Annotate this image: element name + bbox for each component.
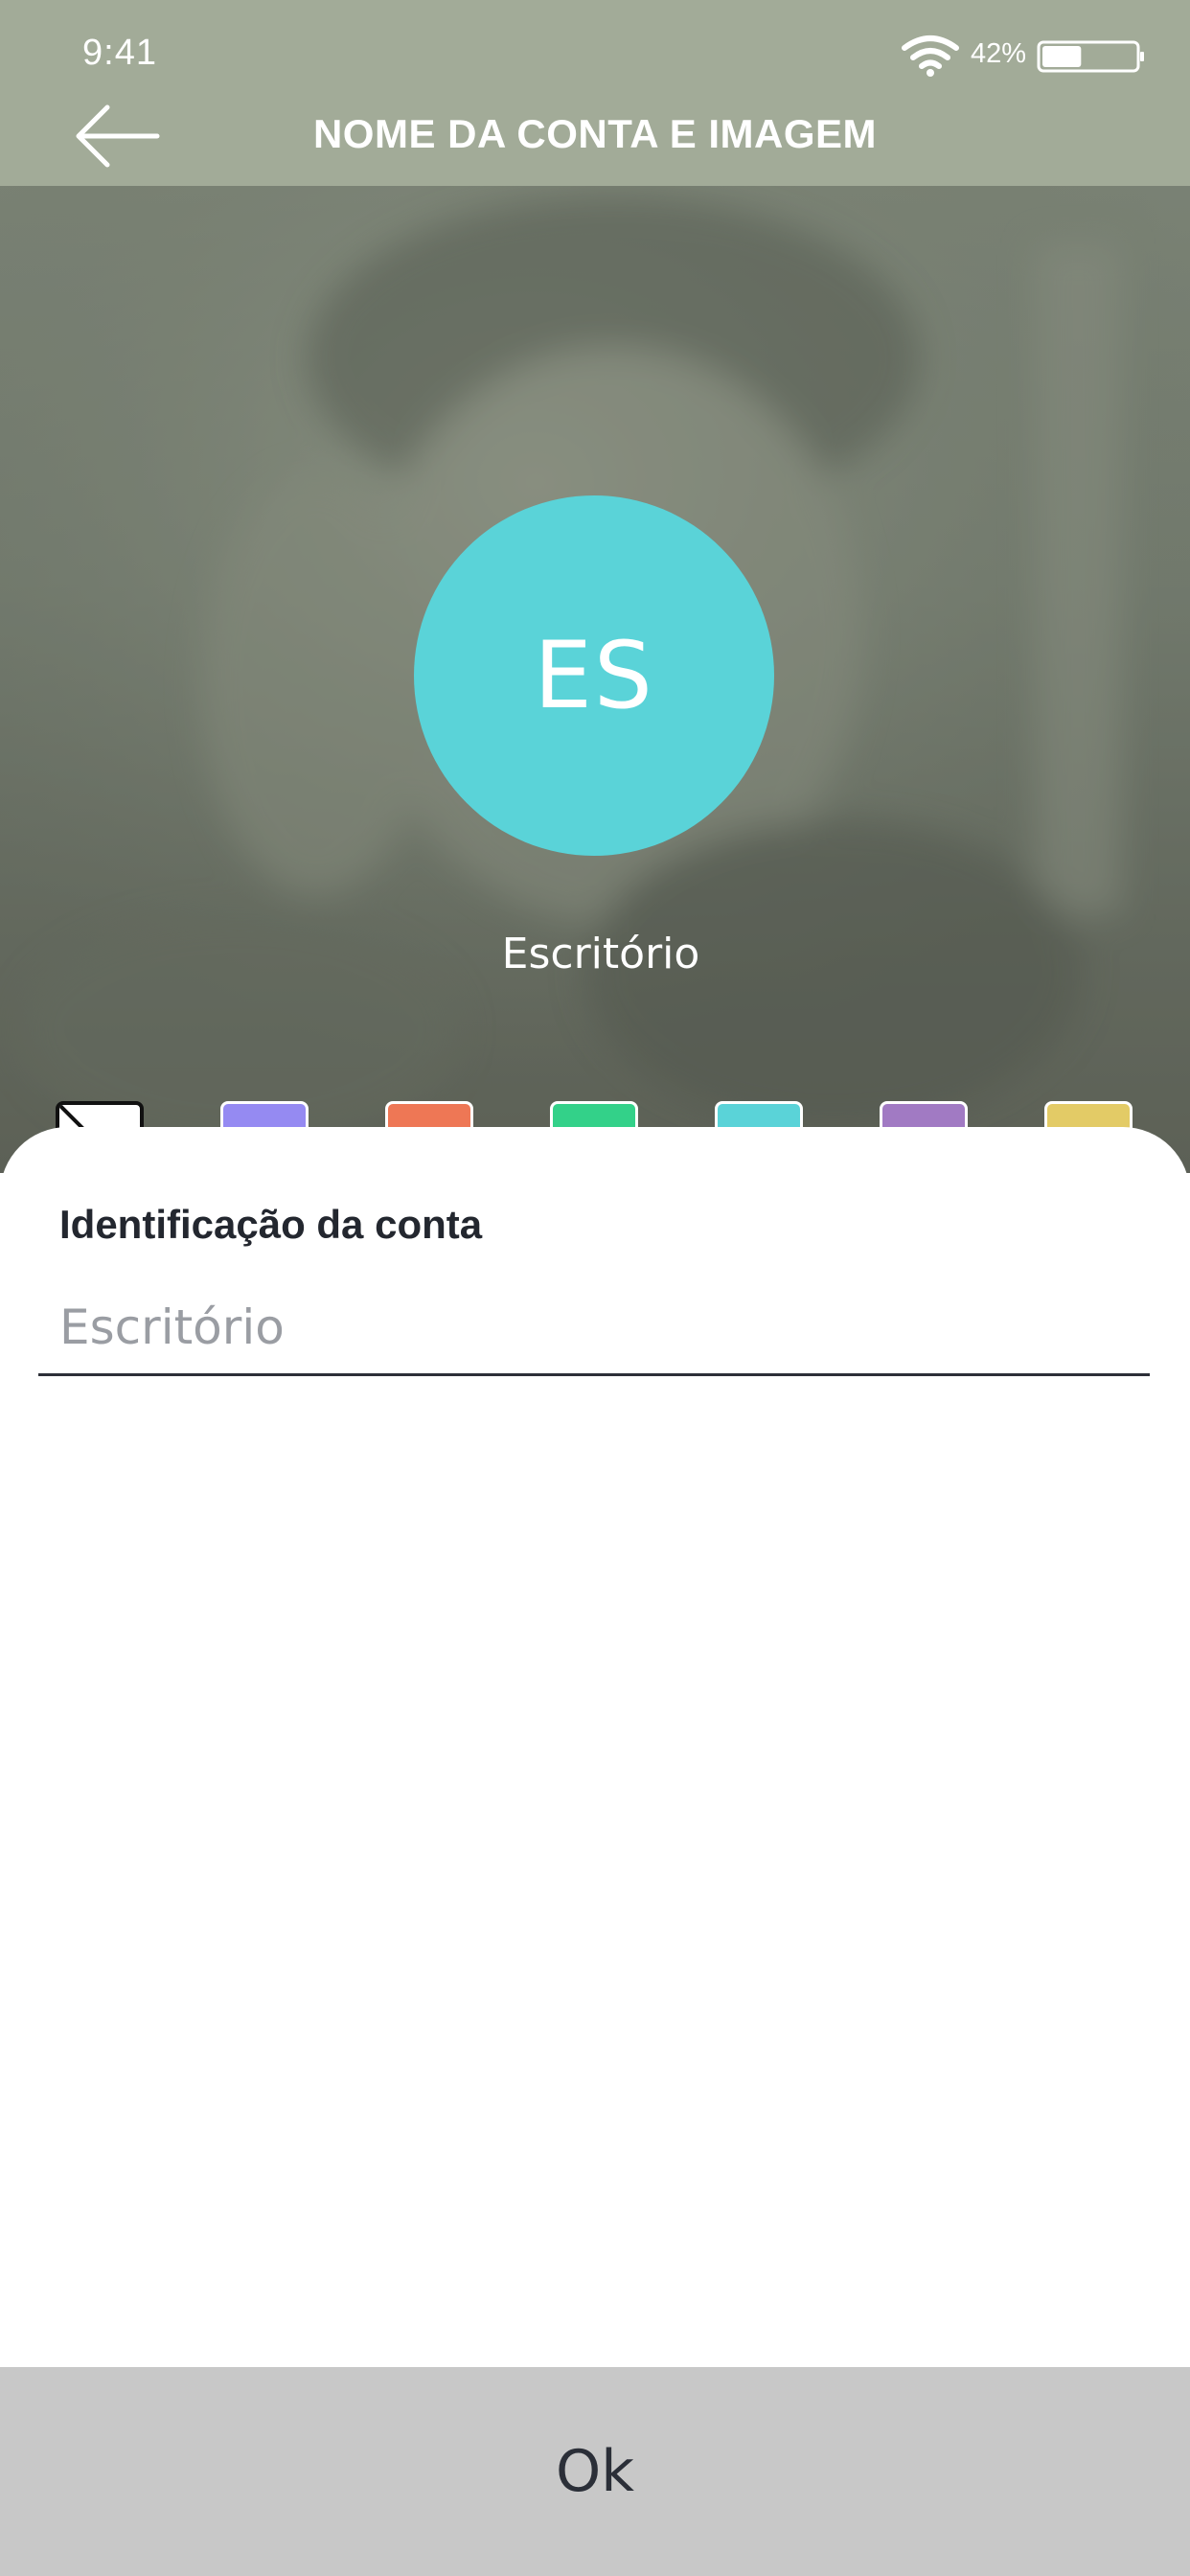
avatar-initials: ES	[534, 622, 654, 729]
wifi-icon	[902, 35, 959, 77]
arrow-left-icon	[76, 104, 160, 168]
back-button[interactable]	[69, 96, 165, 176]
app-header: 9:41 42% NOME DA CONTA E IMAGEM	[0, 0, 1190, 186]
account-form-sheet: Identificação da conta	[0, 1127, 1190, 2367]
account-id-label: Identificação da conta	[59, 1202, 483, 1247]
battery-percent: 42%	[971, 38, 1027, 69]
account-avatar[interactable]: ES	[414, 495, 774, 856]
status-time: 9:41	[82, 33, 157, 73]
account-name-image-screen: ES Escritório 9:41 42% NOME DA CONTA E I…	[0, 0, 1190, 2576]
hero-background-photo: ES Escritório	[0, 186, 1190, 1173]
ok-button[interactable]: Ok	[0, 2367, 1190, 2576]
account-name-label: Escritório	[501, 930, 700, 978]
page-title: NOME DA CONTA E IMAGEM	[312, 111, 878, 156]
battery-icon	[1037, 40, 1144, 73]
account-name-input[interactable]	[38, 1280, 1150, 1376]
